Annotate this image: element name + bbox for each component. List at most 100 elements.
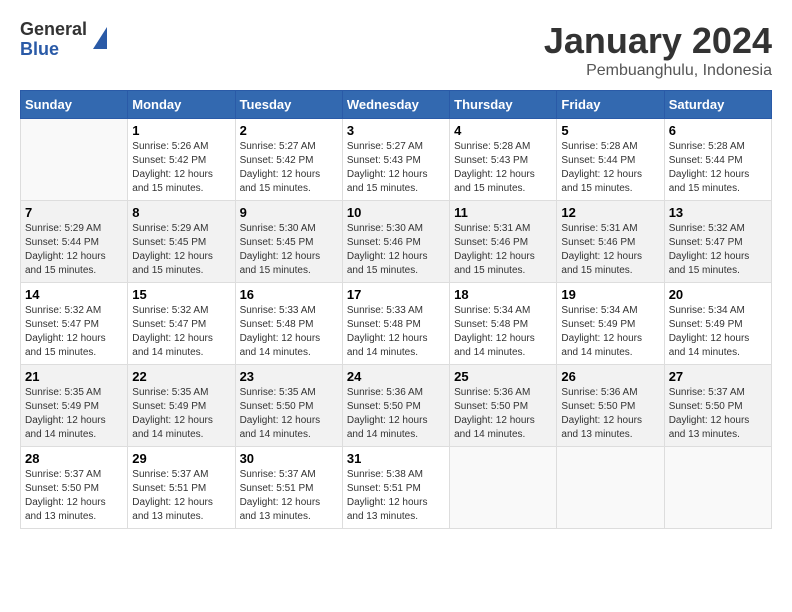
day-info: Sunrise: 5:29 AM Sunset: 5:44 PM Dayligh… (25, 222, 123, 278)
day-info: Sunrise: 5:27 AM Sunset: 5:43 PM Dayligh… (347, 140, 445, 196)
calendar-cell: 10Sunrise: 5:30 AM Sunset: 5:46 PM Dayli… (342, 201, 449, 283)
logo-triangle-icon (93, 27, 107, 49)
calendar-cell: 9 Sunrise: 5:30 AM Sunset: 5:45 PM Daylig… (235, 201, 342, 283)
day-number: 2 (240, 123, 338, 138)
calendar-cell: 14Sunrise: 5:32 AM Sunset: 5:47 PM Dayli… (21, 283, 128, 365)
day-info: Sunrise: 5:38 AM Sunset: 5:51 PM Dayligh… (347, 468, 445, 524)
day-info: Sunrise: 5:27 AM Sunset: 5:42 PM Dayligh… (240, 140, 338, 196)
day-info: Sunrise: 5:31 AM Sunset: 5:46 PM Dayligh… (454, 222, 552, 278)
day-number: 22 (132, 369, 230, 384)
calendar-header-row: SundayMondayTuesdayWednesdayThursdayFrid… (21, 91, 772, 119)
calendar-week-row: 1Sunrise: 5:26 AM Sunset: 5:42 PM Daylig… (21, 119, 772, 201)
day-number: 26 (561, 369, 659, 384)
day-info: Sunrise: 5:34 AM Sunset: 5:49 PM Dayligh… (669, 304, 767, 360)
day-info: Sunrise: 5:35 AM Sunset: 5:50 PM Dayligh… (240, 386, 338, 442)
day-info: Sunrise: 5:35 AM Sunset: 5:49 PM Dayligh… (132, 386, 230, 442)
day-info: Sunrise: 5:35 AM Sunset: 5:49 PM Dayligh… (25, 386, 123, 442)
day-info: Sunrise: 5:31 AM Sunset: 5:46 PM Dayligh… (561, 222, 659, 278)
calendar-cell: 5 Sunrise: 5:28 AM Sunset: 5:44 PM Daylig… (557, 119, 664, 201)
day-number: 21 (25, 369, 123, 384)
day-number: 25 (454, 369, 552, 384)
calendar-cell: 31 Sunrise: 5:38 AM Sunset: 5:51 PM Dayli… (342, 447, 449, 529)
day-info: Sunrise: 5:30 AM Sunset: 5:45 PM Dayligh… (240, 222, 338, 278)
calendar-table: SundayMondayTuesdayWednesdayThursdayFrid… (20, 90, 772, 529)
day-info: Sunrise: 5:28 AM Sunset: 5:44 PM Dayligh… (561, 140, 659, 196)
day-number: 19 (561, 287, 659, 302)
logo-text: General Blue (20, 20, 87, 60)
calendar-cell: 6 Sunrise: 5:28 AM Sunset: 5:44 PM Daylig… (664, 119, 771, 201)
day-number: 9 (240, 205, 338, 220)
calendar-cell: 25Sunrise: 5:36 AM Sunset: 5:50 PM Dayli… (450, 365, 557, 447)
calendar-cell (21, 119, 128, 201)
day-number: 4 (454, 123, 552, 138)
calendar-cell: 22 Sunrise: 5:35 AM Sunset: 5:49 PM Dayli… (128, 365, 235, 447)
day-info: Sunrise: 5:33 AM Sunset: 5:48 PM Dayligh… (347, 304, 445, 360)
calendar-cell: 19Sunrise: 5:34 AM Sunset: 5:49 PM Dayli… (557, 283, 664, 365)
logo: General Blue (20, 20, 107, 60)
day-number: 20 (669, 287, 767, 302)
day-number: 5 (561, 123, 659, 138)
day-info: Sunrise: 5:36 AM Sunset: 5:50 PM Dayligh… (347, 386, 445, 442)
day-number: 10 (347, 205, 445, 220)
calendar-week-row: 28Sunrise: 5:37 AM Sunset: 5:50 PM Dayli… (21, 447, 772, 529)
day-info: Sunrise: 5:28 AM Sunset: 5:44 PM Dayligh… (669, 140, 767, 196)
day-number: 30 (240, 451, 338, 466)
calendar-cell: 15Sunrise: 5:32 AM Sunset: 5:47 PM Dayli… (128, 283, 235, 365)
calendar-cell: 16 Sunrise: 5:33 AM Sunset: 5:48 PM Dayli… (235, 283, 342, 365)
day-number: 8 (132, 205, 230, 220)
calendar-cell: 13Sunrise: 5:32 AM Sunset: 5:47 PM Dayli… (664, 201, 771, 283)
calendar-cell: 7 Sunrise: 5:29 AM Sunset: 5:44 PM Daylig… (21, 201, 128, 283)
calendar-cell: 12 Sunrise: 5:31 AM Sunset: 5:46 PM Dayli… (557, 201, 664, 283)
calendar-week-row: 7 Sunrise: 5:29 AM Sunset: 5:44 PM Daylig… (21, 201, 772, 283)
day-number: 7 (25, 205, 123, 220)
calendar-cell: 11 Sunrise: 5:31 AM Sunset: 5:46 PM Dayli… (450, 201, 557, 283)
day-info: Sunrise: 5:29 AM Sunset: 5:45 PM Dayligh… (132, 222, 230, 278)
calendar-cell: 4 Sunrise: 5:28 AM Sunset: 5:43 PM Daylig… (450, 119, 557, 201)
day-info: Sunrise: 5:37 AM Sunset: 5:50 PM Dayligh… (25, 468, 123, 524)
location-subtitle: Pembuanghulu, Indonesia (544, 62, 772, 80)
day-number: 11 (454, 205, 552, 220)
calendar-cell (664, 447, 771, 529)
day-number: 3 (347, 123, 445, 138)
day-info: Sunrise: 5:26 AM Sunset: 5:42 PM Dayligh… (132, 140, 230, 196)
day-number: 27 (669, 369, 767, 384)
day-info: Sunrise: 5:37 AM Sunset: 5:51 PM Dayligh… (132, 468, 230, 524)
calendar-cell: 30Sunrise: 5:37 AM Sunset: 5:51 PM Dayli… (235, 447, 342, 529)
day-number: 31 (347, 451, 445, 466)
day-info: Sunrise: 5:33 AM Sunset: 5:48 PM Dayligh… (240, 304, 338, 360)
day-info: Sunrise: 5:37 AM Sunset: 5:50 PM Dayligh… (669, 386, 767, 442)
column-header-thursday: Thursday (450, 91, 557, 119)
day-number: 24 (347, 369, 445, 384)
day-number: 23 (240, 369, 338, 384)
day-number: 29 (132, 451, 230, 466)
day-info: Sunrise: 5:28 AM Sunset: 5:43 PM Dayligh… (454, 140, 552, 196)
column-header-monday: Monday (128, 91, 235, 119)
title-area: January 2024 Pembuanghulu, Indonesia (544, 20, 772, 80)
calendar-cell: 1Sunrise: 5:26 AM Sunset: 5:42 PM Daylig… (128, 119, 235, 201)
day-info: Sunrise: 5:34 AM Sunset: 5:48 PM Dayligh… (454, 304, 552, 360)
day-number: 17 (347, 287, 445, 302)
day-number: 6 (669, 123, 767, 138)
column-header-friday: Friday (557, 91, 664, 119)
column-header-tuesday: Tuesday (235, 91, 342, 119)
calendar-cell: 3 Sunrise: 5:27 AM Sunset: 5:43 PM Daylig… (342, 119, 449, 201)
calendar-cell (557, 447, 664, 529)
day-number: 16 (240, 287, 338, 302)
calendar-cell: 17 Sunrise: 5:33 AM Sunset: 5:48 PM Dayli… (342, 283, 449, 365)
calendar-cell: 20 Sunrise: 5:34 AM Sunset: 5:49 PM Dayli… (664, 283, 771, 365)
day-info: Sunrise: 5:32 AM Sunset: 5:47 PM Dayligh… (25, 304, 123, 360)
calendar-cell: 27 Sunrise: 5:37 AM Sunset: 5:50 PM Dayli… (664, 365, 771, 447)
calendar-cell: 21 Sunrise: 5:35 AM Sunset: 5:49 PM Dayli… (21, 365, 128, 447)
calendar-cell: 28Sunrise: 5:37 AM Sunset: 5:50 PM Dayli… (21, 447, 128, 529)
day-number: 12 (561, 205, 659, 220)
calendar-cell: 29 Sunrise: 5:37 AM Sunset: 5:51 PM Dayli… (128, 447, 235, 529)
calendar-cell: 23 Sunrise: 5:35 AM Sunset: 5:50 PM Dayli… (235, 365, 342, 447)
calendar-cell: 26 Sunrise: 5:36 AM Sunset: 5:50 PM Dayli… (557, 365, 664, 447)
calendar-week-row: 14Sunrise: 5:32 AM Sunset: 5:47 PM Dayli… (21, 283, 772, 365)
logo-general: General (20, 20, 87, 40)
calendar-cell: 8 Sunrise: 5:29 AM Sunset: 5:45 PM Daylig… (128, 201, 235, 283)
day-info: Sunrise: 5:32 AM Sunset: 5:47 PM Dayligh… (132, 304, 230, 360)
day-number: 18 (454, 287, 552, 302)
day-info: Sunrise: 5:36 AM Sunset: 5:50 PM Dayligh… (561, 386, 659, 442)
calendar-week-row: 21 Sunrise: 5:35 AM Sunset: 5:49 PM Dayli… (21, 365, 772, 447)
